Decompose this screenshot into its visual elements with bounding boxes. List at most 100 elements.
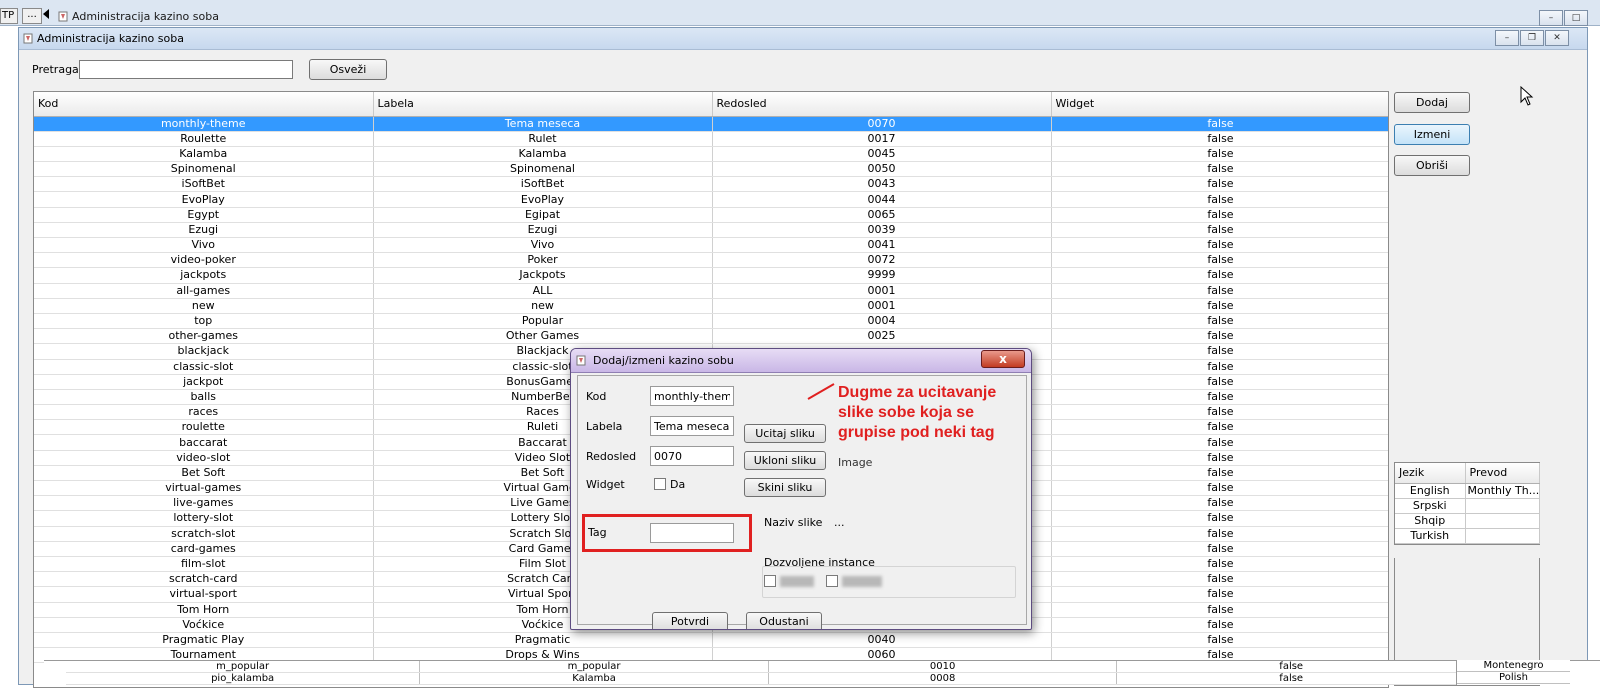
download-image-button[interactable]: Skini sliku xyxy=(744,478,826,497)
table-row[interactable]: pio_kalamba Kalamba 0008 false xyxy=(66,672,1466,685)
table-cell: Poker xyxy=(373,252,713,269)
table-row[interactable]: all-games ALL 0001 false xyxy=(34,283,1388,299)
table-row[interactable]: monthly-theme Tema meseca 0070 false xyxy=(34,116,1388,132)
table-cell: false xyxy=(1051,586,1388,603)
more-button[interactable]: ... xyxy=(22,8,42,24)
table-row[interactable]: m_popular m_popular 0010 false xyxy=(66,661,1466,673)
labela-input[interactable] xyxy=(650,416,734,436)
column-header[interactable]: Kod xyxy=(34,92,374,117)
background-language-list: Montenegro Polish xyxy=(1456,660,1570,685)
table-cell: other-games xyxy=(34,328,374,345)
table-row[interactable]: video-poker Poker 0072 false xyxy=(34,252,1388,269)
column-header[interactable]: Widget xyxy=(1051,92,1388,117)
table-row[interactable]: EvoPlay EvoPlay 0044 false xyxy=(34,191,1388,208)
table-row[interactable]: Kalamba Kalamba 0045 false xyxy=(34,146,1388,163)
column-header[interactable]: Redosled xyxy=(712,92,1052,117)
table-cell: Spinomenal xyxy=(34,161,374,178)
confirm-button[interactable]: Potvrdi xyxy=(652,612,728,629)
minimize-button[interactable]: – xyxy=(1539,10,1563,26)
column-header[interactable]: Labela xyxy=(373,92,713,117)
tag-input[interactable] xyxy=(650,523,734,543)
table-cell: virtual-sport xyxy=(34,586,374,603)
table-cell: iSoftBet xyxy=(34,176,374,193)
refresh-button[interactable]: Osveži xyxy=(309,59,387,80)
table-cell: false xyxy=(1051,617,1388,633)
table-cell: false xyxy=(1116,661,1466,673)
table-cell: false xyxy=(1051,556,1388,573)
delete-button[interactable]: Obriši xyxy=(1394,155,1470,176)
labela-label: Labela xyxy=(586,420,623,433)
main-titlebar: Administracija kazino soba – ❐ ✕ xyxy=(19,28,1587,50)
widget-checkbox[interactable] xyxy=(654,478,666,490)
table-cell: new xyxy=(373,298,713,314)
table-row[interactable]: top Popular 0004 false xyxy=(34,313,1388,330)
remove-image-button[interactable]: Ukloni sliku xyxy=(744,451,826,470)
language-item[interactable]: Polish xyxy=(1457,672,1570,684)
table-cell: false xyxy=(1051,146,1388,163)
table-cell: false xyxy=(1051,131,1388,147)
add-button[interactable]: Dodaj xyxy=(1394,92,1470,113)
table-row[interactable]: English Monthly Th... xyxy=(1395,483,1540,499)
table-row[interactable]: Ezugi Ezugi 0039 false xyxy=(34,222,1388,239)
table-row[interactable]: Egypt Egipat 0065 false xyxy=(34,207,1388,223)
table-cell: 0040 xyxy=(712,632,1052,649)
table-cell: scratch-card xyxy=(34,571,374,588)
table-row[interactable]: Turkish xyxy=(1395,528,1540,544)
table-cell: Voćkice xyxy=(34,617,374,633)
translation-cell[interactable] xyxy=(1465,513,1540,529)
table-cell: false xyxy=(1051,343,1388,360)
table-row[interactable]: Pragmatic Play Pragmatic 0040 false xyxy=(34,632,1388,649)
translation-cell[interactable]: Monthly Th... xyxy=(1465,483,1540,499)
maximize-button[interactable]: □ xyxy=(1564,10,1588,26)
table-row[interactable]: Srpski xyxy=(1395,498,1540,514)
table-row[interactable]: other-games Other Games 0025 false xyxy=(34,328,1388,345)
widget-checkbox-label: Da xyxy=(670,478,686,491)
table-cell: Rulet xyxy=(373,131,713,147)
instance-checkbox[interactable] xyxy=(764,575,776,587)
table-row[interactable]: Vivo Vivo 0041 false xyxy=(34,237,1388,254)
mouse-cursor-icon xyxy=(1520,86,1534,106)
redosled-label: Redosled xyxy=(586,450,637,463)
translations-header: Jezik Prevod xyxy=(1395,463,1540,484)
table-row[interactable]: Spinomenal Spinomenal 0050 false xyxy=(34,161,1388,178)
background-window-controls: – □ xyxy=(1538,10,1588,26)
close-button[interactable]: ✕ xyxy=(1545,30,1569,46)
redosled-input[interactable] xyxy=(650,446,734,466)
table-cell: Egipat xyxy=(373,207,713,223)
table-cell: Bet Soft xyxy=(34,465,374,482)
minimize-button[interactable]: – xyxy=(1495,30,1519,46)
language-item[interactable]: Montenegro xyxy=(1457,660,1570,672)
restore-button[interactable]: ❐ xyxy=(1520,30,1544,46)
image-name-value: ... xyxy=(834,516,845,529)
background-window-titlebar xyxy=(0,0,1600,26)
table-cell: roulette xyxy=(34,419,374,436)
edit-button[interactable]: Izmeni xyxy=(1394,124,1470,145)
table-cell: baccarat xyxy=(34,434,374,451)
table-row[interactable]: Shqip xyxy=(1395,513,1540,529)
cancel-button[interactable]: Odustani xyxy=(746,612,822,629)
search-input[interactable] xyxy=(79,60,293,79)
kod-input[interactable] xyxy=(650,386,734,406)
table-cell: 0044 xyxy=(712,191,1052,208)
back-arrow-icon[interactable] xyxy=(43,9,49,19)
java-icon xyxy=(58,11,68,22)
table-row[interactable]: iSoftBet iSoftBet 0043 false xyxy=(34,176,1388,193)
table-cell: Other Games xyxy=(373,328,713,345)
translation-cell[interactable] xyxy=(1465,498,1540,514)
table-cell: ALL xyxy=(373,283,713,299)
table-cell: false xyxy=(1051,541,1388,557)
table-row[interactable]: Roulette Rulet 0017 false xyxy=(34,131,1388,147)
dialog-close-button[interactable]: x xyxy=(981,350,1025,368)
image-name-label: Naziv slike xyxy=(764,516,823,529)
table-row[interactable]: new new 0001 false xyxy=(34,298,1388,314)
column-header[interactable]: Jezik xyxy=(1395,463,1466,484)
table-cell: false xyxy=(1051,328,1388,345)
table-cell: scratch-slot xyxy=(34,526,374,542)
tp-button[interactable]: TP xyxy=(0,8,18,24)
translation-cell[interactable] xyxy=(1465,528,1540,544)
column-header[interactable]: Prevod xyxy=(1465,463,1540,484)
table-row[interactable]: jackpots Jackpots 9999 false xyxy=(34,267,1388,284)
table-cell: 0050 xyxy=(712,161,1052,178)
instance-checkbox[interactable] xyxy=(826,575,838,587)
upload-image-button[interactable]: Ucitaj sliku xyxy=(744,424,826,443)
